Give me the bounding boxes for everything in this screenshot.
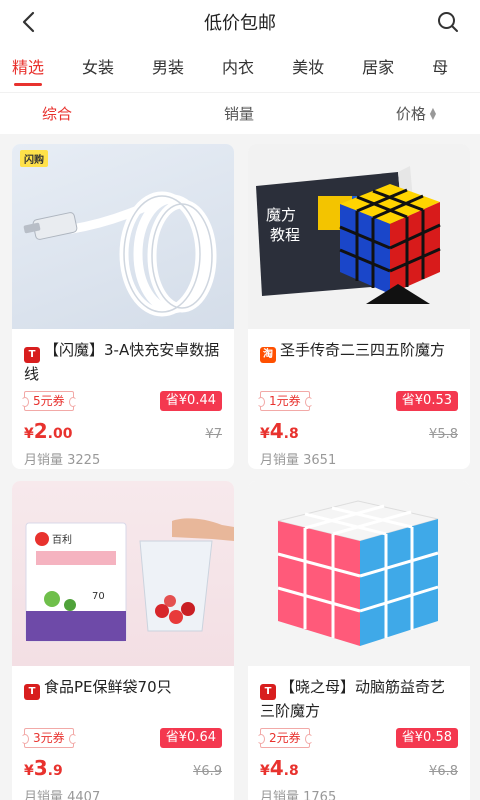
- back-arrow-icon[interactable]: [12, 6, 44, 38]
- flash-tag: 闪购: [20, 150, 48, 167]
- product-image-cube: [248, 481, 470, 666]
- svg-text:教程: 教程: [270, 226, 300, 244]
- original-price: ¥5.8: [429, 427, 458, 442]
- product-card[interactable]: 百利 70 T 食品PE保鲜袋70只 3元券 省¥0.64 ¥3.9 ¥6.9 …: [12, 481, 234, 800]
- product-grid: 闪购 T 【闪魔】3-A快充安卓数据线 5元券 省¥0.44 ¥2.00 ¥7 …: [0, 134, 480, 800]
- product-name: 淘圣手传奇二三四五阶魔方: [260, 339, 458, 383]
- product-card[interactable]: T 【晓之母】动脑筋益奇艺三阶魔方 2元券 省¥0.58 ¥4.8 ¥6.8 月销…: [248, 481, 470, 800]
- monthly-sales: 月销量 1765: [260, 790, 337, 800]
- coupon-tag[interactable]: 2元券: [257, 728, 313, 748]
- product-card[interactable]: 闪购 T 【闪魔】3-A快充安卓数据线 5元券 省¥0.44 ¥2.00 ¥7 …: [12, 144, 234, 469]
- category-tabs: 精选 女装 男装 内衣 美妆 居家 母: [0, 44, 480, 92]
- monthly-sales: 月销量 4407: [24, 790, 101, 800]
- coupon-tag[interactable]: 5元券: [21, 391, 77, 411]
- save-tag: 省¥0.58: [395, 728, 458, 748]
- product-name: T 【晓之母】动脑筋益奇艺三阶魔方: [260, 678, 446, 720]
- tmall-icon: T: [260, 684, 276, 700]
- save-tag: 省¥0.53: [395, 391, 458, 411]
- coupon-tag[interactable]: 3元券: [21, 728, 77, 748]
- coupon-tag[interactable]: 1元券: [257, 391, 313, 411]
- svg-text:70: 70: [92, 591, 105, 602]
- top-bar: 低价包邮 精选 女装 男装 内衣 美妆 居家 母 综合 销量 价格 ▲ ▼: [0, 0, 480, 134]
- product-name: T 【闪魔】3-A快充安卓数据线: [24, 341, 220, 383]
- save-tag: 省¥0.64: [159, 728, 222, 748]
- tab-mu[interactable]: 母: [432, 44, 448, 92]
- search-icon[interactable]: [432, 6, 464, 38]
- sort-arrows-icon: ▲ ▼: [429, 105, 436, 121]
- cube-set-illustration: 魔方 教程: [248, 166, 470, 329]
- sort-bar: 综合 销量 价格 ▲ ▼: [0, 92, 480, 134]
- original-price: ¥6.8: [429, 764, 458, 779]
- tab-neiyi[interactable]: 内衣: [222, 44, 254, 92]
- taobao-icon: 淘: [260, 347, 276, 363]
- original-price: ¥7: [205, 427, 222, 442]
- tab-jujia[interactable]: 居家: [362, 44, 394, 92]
- page-title: 低价包邮: [204, 13, 276, 34]
- sort-sales[interactable]: 销量: [173, 103, 304, 124]
- monthly-sales: 月销量 3651: [260, 453, 337, 468]
- tmall-icon: T: [24, 347, 40, 363]
- cube-illustration: [277, 500, 439, 646]
- svg-text:百利: 百利: [52, 534, 72, 546]
- product-image-cable: 闪购: [12, 144, 234, 329]
- price: ¥4.8: [260, 419, 299, 443]
- product-card[interactable]: 魔方 教程 淘圣手传奇二三四五阶魔方 1元券 省¥0.53 ¥4.8 ¥5.8 …: [248, 144, 470, 469]
- save-tag: 省¥0.44: [159, 391, 222, 411]
- tab-meizhuang[interactable]: 美妆: [292, 44, 324, 92]
- price: ¥3.9: [24, 756, 63, 780]
- product-name: T 食品PE保鲜袋70只: [24, 676, 222, 720]
- header: 低价包邮: [0, 0, 480, 44]
- svg-text:魔方: 魔方: [266, 206, 296, 224]
- tab-jingxuan[interactable]: 精选: [12, 44, 44, 92]
- sort-overall[interactable]: 综合: [0, 103, 173, 124]
- monthly-sales: 月销量 3225: [24, 453, 101, 468]
- tmall-icon: T: [24, 684, 40, 700]
- tab-nvzhuang[interactable]: 女装: [82, 44, 114, 92]
- price: ¥2.00: [24, 419, 73, 443]
- bags-illustration: 百利 70: [25, 518, 234, 642]
- cable-illustration: [23, 191, 217, 317]
- product-image-cube-set: 魔方 教程: [248, 144, 470, 329]
- sort-price-label: 价格: [395, 105, 426, 123]
- original-price: ¥6.9: [193, 764, 222, 779]
- product-image-bags: 百利 70: [12, 481, 234, 666]
- price: ¥4.8: [260, 756, 299, 780]
- tab-nanzhuang[interactable]: 男装: [152, 44, 184, 92]
- sort-price[interactable]: 价格 ▲ ▼: [305, 103, 480, 124]
